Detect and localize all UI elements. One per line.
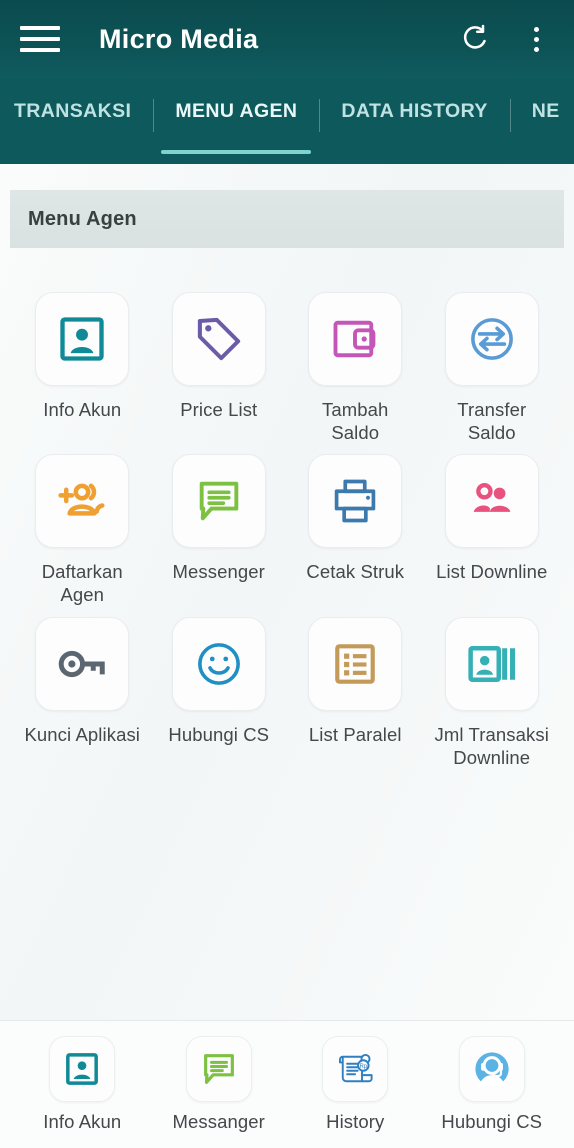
bottom-nav-label: Messanger	[172, 1111, 265, 1132]
section-header: Menu Agen	[10, 190, 564, 248]
menu-item-label: Transfer Saldo	[457, 399, 527, 444]
contact-card-bars-icon	[465, 637, 519, 691]
menu-item-label: Price List	[180, 399, 258, 420]
bottom-nav-label: Info Akun	[43, 1111, 122, 1132]
tab-label: NE	[531, 100, 560, 122]
chat-bubble-icon	[199, 1049, 239, 1089]
tab-menu-agen[interactable]: MENU AGEN	[153, 99, 319, 154]
page-title: Menu Agen	[28, 207, 137, 230]
tab-label: TRANSAKSI	[14, 100, 132, 122]
bottom-nav-info-akun[interactable]: Info Akun	[14, 1036, 151, 1133]
app-screen: Micro Media TRANSAKSI MENU AGEN DATA HIS…	[0, 0, 574, 1148]
account-card-icon	[56, 313, 108, 365]
overflow-dot	[533, 46, 539, 52]
menu-item-transfer-saldo[interactable]: Transfer Saldo	[424, 292, 561, 444]
menu-item-label: Hubungi CS	[168, 723, 270, 745]
smiley-face-icon	[192, 637, 246, 691]
tab-transaksi[interactable]: TRANSAKSI	[0, 100, 153, 146]
tab-underline	[161, 150, 312, 154]
menu-item-label: Daftarkan Agen	[41, 561, 123, 606]
bullet-list-icon	[330, 639, 380, 689]
overflow-dot	[533, 36, 539, 42]
menu-item-label: Cetak Struk	[306, 561, 405, 583]
menu-item-label: Info Akun	[43, 399, 122, 420]
menu-item-label: Messenger	[172, 561, 265, 583]
menu-item-list-paralel[interactable]: List Paralel	[287, 616, 424, 769]
add-person-group-icon	[55, 474, 109, 528]
tab-label: DATA HISTORY	[341, 100, 488, 122]
menu-item-label: List Paralel	[308, 723, 402, 745]
bottom-nav-tile	[458, 1036, 525, 1102]
account-card-icon	[62, 1049, 102, 1089]
menu-tile	[35, 616, 130, 711]
bottom-navigation: Info Akun Messanger Rp History Hubungi C…	[0, 1020, 574, 1148]
menu-item-label: Kunci Aplikasi	[24, 723, 141, 745]
menu-item-list-downline[interactable]: List Downline	[424, 454, 561, 606]
menu-item-tambah-saldo[interactable]: Tambah Saldo	[287, 292, 424, 444]
tab-news[interactable]: NE	[509, 99, 574, 146]
menu-tile	[171, 292, 266, 386]
bottom-nav-tile	[49, 1036, 116, 1102]
bottom-nav-label: Hubungi CS	[441, 1111, 543, 1132]
people-group-icon	[466, 475, 518, 527]
overflow-dot	[533, 26, 539, 32]
bottom-nav-history[interactable]: Rp History	[287, 1036, 424, 1133]
receipt-rupiah-icon: Rp	[334, 1048, 376, 1090]
app-bar-actions	[456, 21, 554, 57]
app-title: Micro Media	[99, 23, 259, 54]
menu-tile	[444, 616, 539, 711]
menu-tile	[308, 616, 403, 711]
menu-tile	[35, 454, 130, 549]
hamburger-line	[20, 48, 60, 52]
menu-item-hubungi-cs[interactable]: Hubungi CS	[151, 616, 288, 769]
bottom-nav-tile	[185, 1036, 252, 1102]
tab-data-history[interactable]: DATA HISTORY	[319, 99, 509, 146]
menu-tile	[35, 292, 130, 386]
transfer-arrows-icon	[465, 312, 519, 366]
menu-item-kunci-aplikasi[interactable]: Kunci Aplikasi	[14, 616, 151, 769]
content-area: Menu Agen Info Akun Price List Tambah Sa…	[0, 164, 574, 1020]
svg-text:Rp: Rp	[360, 1064, 368, 1070]
menu-tile	[444, 292, 539, 386]
menu-item-jml-transaksi-downline[interactable]: Jml Transaksi Downline	[424, 616, 561, 769]
menu-grid: Info Akun Price List Tambah Saldo Transf…	[0, 248, 574, 769]
menu-tile	[308, 454, 403, 549]
menu-item-cetak-struk[interactable]: Cetak Struk	[287, 454, 424, 606]
hamburger-line	[20, 37, 60, 41]
menu-item-messenger[interactable]: Messenger	[151, 454, 288, 606]
menu-tile	[171, 616, 266, 711]
hamburger-line	[20, 26, 60, 30]
menu-item-label: Tambah Saldo	[322, 399, 389, 444]
menu-tile	[308, 292, 403, 386]
headset-support-icon	[471, 1048, 513, 1090]
app-bar: Micro Media	[0, 0, 574, 78]
tab-label: MENU AGEN	[175, 100, 298, 122]
printer-icon	[329, 475, 381, 527]
bottom-nav-tile: Rp	[322, 1036, 389, 1102]
menu-item-daftarkan-agen[interactable]: Daftarkan Agen	[14, 454, 151, 606]
bottom-nav-hubungi-cs[interactable]: Hubungi CS	[424, 1036, 561, 1133]
tab-bar: TRANSAKSI MENU AGEN DATA HISTORY NE	[0, 78, 574, 164]
key-icon	[55, 637, 109, 691]
refresh-icon[interactable]	[456, 21, 492, 57]
overflow-menu-icon[interactable]	[518, 21, 554, 57]
chat-bubble-icon	[193, 475, 245, 527]
menu-tile	[171, 454, 266, 549]
price-tag-icon	[192, 312, 246, 366]
wallet-icon	[329, 313, 381, 365]
hamburger-menu-icon[interactable]	[20, 24, 60, 54]
bottom-nav-messanger[interactable]: Messanger	[151, 1036, 288, 1133]
bottom-nav-label: History	[326, 1111, 385, 1132]
menu-item-price-list[interactable]: Price List	[151, 292, 288, 444]
menu-item-label: Jml Transaksi Downline	[434, 723, 549, 768]
menu-tile	[444, 454, 539, 549]
menu-item-label: List Downline	[436, 561, 548, 583]
menu-item-info-akun[interactable]: Info Akun	[14, 292, 151, 444]
